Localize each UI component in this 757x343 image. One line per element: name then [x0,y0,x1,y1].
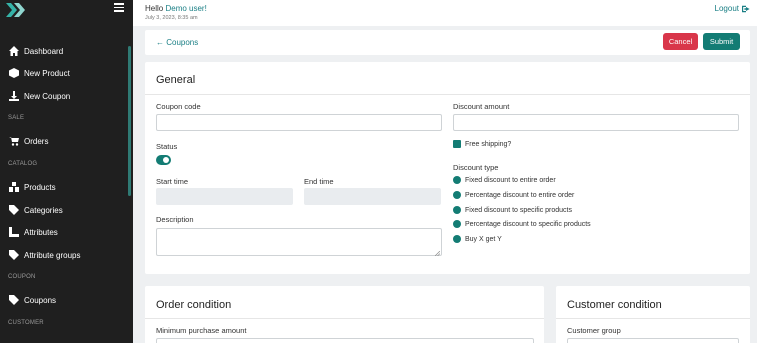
logout-button[interactable]: Logout [715,4,750,13]
logout-icon [742,5,750,12]
sidebar-item-orders[interactable]: Orders [8,134,48,148]
sidebar-item-label: Orders [24,136,49,146]
discount-type-radio[interactable] [453,235,461,243]
start-time-input[interactable] [156,188,293,205]
sidebar-item-attribute-groups[interactable]: Attribute groups [8,248,80,262]
logo-icon[interactable] [6,3,28,17]
status-toggle[interactable] [156,155,171,165]
discount-type-radio[interactable] [453,176,461,184]
sidebar-item-label: New Product [24,68,70,78]
tag-icon [8,295,19,305]
general-panel: General Coupon code Status Start time En… [145,62,750,274]
sidebar-item-label: Coupons [24,295,57,305]
attributes-icon [8,227,19,237]
download-icon [8,91,19,101]
home-icon [8,46,19,56]
min-purchase-input[interactable] [156,338,534,343]
free-shipping-label: Free shipping? [465,141,512,148]
sidebar-item-new-product[interactable]: New Product [8,66,70,80]
status-label: Status [156,142,178,151]
divider [556,318,750,319]
action-bar: ← Coupons Cancel Submit [145,30,750,55]
divider [145,94,750,95]
sidebar-item-label: Attribute groups [24,250,81,260]
panel-title: Order condition [156,299,232,311]
discount-type-option: Fixed discount to entire order [465,177,556,184]
sidebar-item-products[interactable]: Products [8,180,56,194]
topbar: Hello Demo user! July 3, 2023, 8:35 am L… [133,0,757,26]
discount-amount-label: Discount amount [453,102,510,111]
coupon-code-input[interactable] [156,114,442,131]
description-label: Description [156,215,194,224]
logout-label: Logout [714,4,739,13]
box-icon [8,68,19,78]
sidebar-item-label: New Coupon [24,91,71,101]
discount-type-option: Buy X get Y [465,236,502,243]
menu-toggle-icon[interactable] [114,3,124,12]
cancel-button[interactable]: Cancel [663,33,698,50]
panel-title: Customer condition [567,299,662,311]
customer-group-select[interactable] [567,338,739,343]
submit-button[interactable]: Submit [703,33,740,50]
cart-icon [8,136,19,146]
customer-group-label: Customer group [567,326,621,335]
section-sale: SALE [8,115,25,121]
greeting-text: Hello [145,4,164,13]
customer-condition-panel: Customer condition Customer group [556,286,750,343]
end-time-label: End time [304,177,334,186]
discount-type-option: Percentage discount to specific products [465,221,591,228]
sidebar-item-label: Products [24,182,56,192]
section-coupon: COUPON [8,274,36,280]
free-shipping-checkbox[interactable] [453,140,461,148]
order-condition-panel: Order condition Minimum purchase amount [145,286,544,343]
boxes-icon [8,182,19,192]
current-date: July 3, 2023, 8:35 am [145,15,198,21]
sidebar-item-label: Categories [24,205,63,215]
sidebar-item-attributes[interactable]: Attributes [8,225,58,239]
tag-icon [8,250,19,260]
discount-type-option: Percentage discount to entire order [465,192,575,199]
divider [145,318,544,319]
sidebar-item-new-coupon[interactable]: New Coupon [8,89,70,103]
discount-type-label: Discount type [453,163,499,172]
discount-amount-input[interactable] [453,114,739,131]
section-customer: CUSTOMER [8,320,44,326]
back-to-coupons-link[interactable]: ← Coupons [156,38,198,47]
start-time-label: Start time [156,177,189,186]
sidebar-item-dashboard[interactable]: Dashboard [8,44,63,58]
discount-type-radio[interactable] [453,191,461,199]
tag-icon [8,205,19,215]
coupon-code-label: Coupon code [156,102,201,111]
sidebar-scrollbar[interactable] [128,46,131,196]
description-textarea[interactable] [156,228,442,257]
sidebar-item-label: Attributes [24,227,58,237]
resize-handle-icon[interactable] [434,249,441,257]
greeting: Hello Demo user! [145,4,207,13]
discount-type-radio[interactable] [453,220,461,228]
discount-type-option: Fixed discount to specific products [465,207,572,214]
user-name[interactable]: Demo user! [165,4,206,13]
sidebar-item-label: Dashboard [24,46,64,56]
section-catalog: CATALOG [8,161,38,167]
sidebar-item-coupons[interactable]: Coupons [8,293,56,307]
min-purchase-label: Minimum purchase amount [156,326,247,335]
discount-type-radio[interactable] [453,206,461,214]
panel-title: General [156,74,196,86]
sidebar: Dashboard New Product New Coupon SALE Or… [0,0,133,343]
end-time-input[interactable] [304,188,441,205]
sidebar-item-categories[interactable]: Categories [8,203,63,217]
